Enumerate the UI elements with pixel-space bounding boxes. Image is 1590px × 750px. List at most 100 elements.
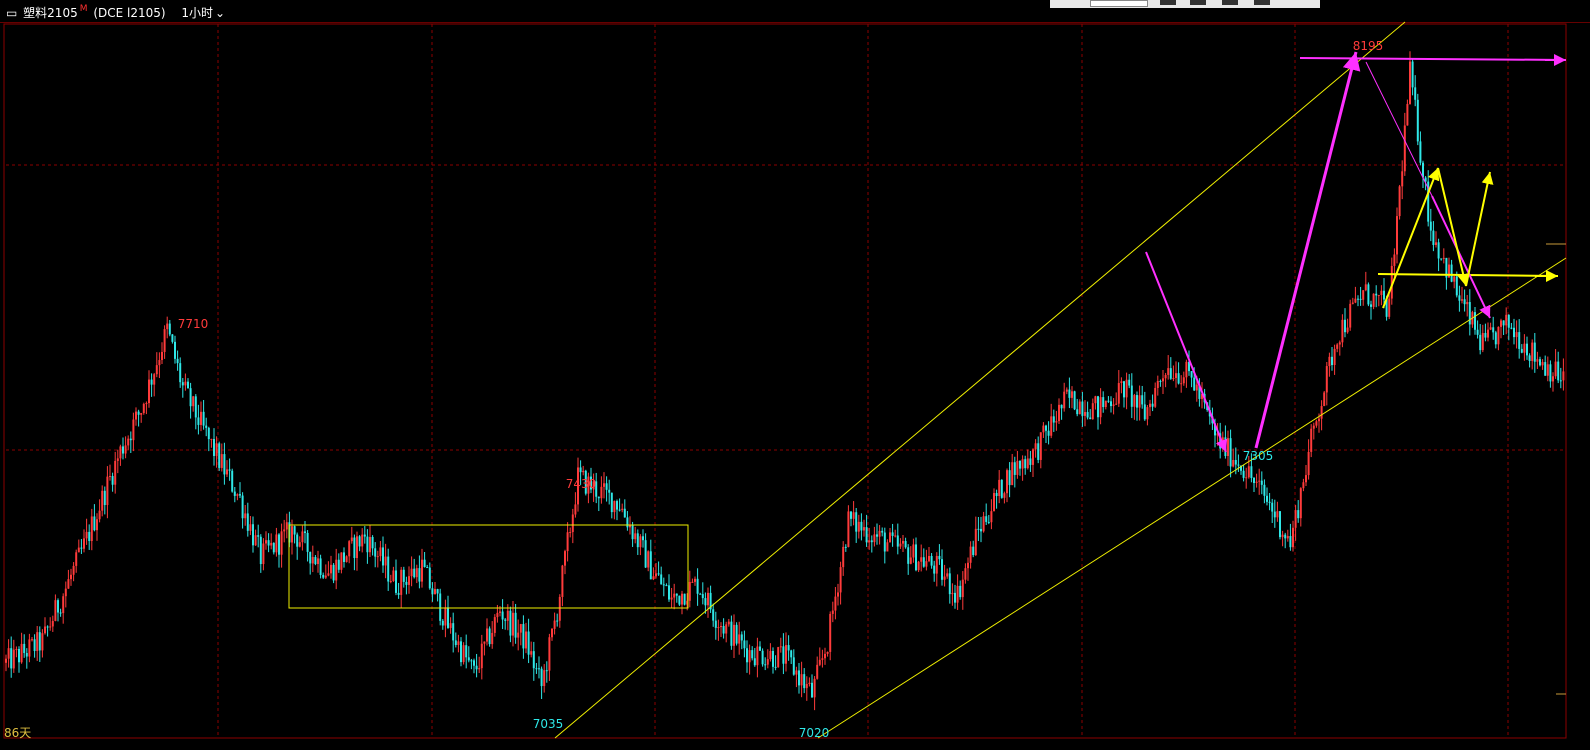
candle-body-506	[1320, 406, 1323, 419]
candle-body-94	[249, 524, 252, 531]
candlestick-chart[interactable]: 7710 7430 7035 7020 7305 8195	[0, 0, 1590, 750]
candle-body-436	[1138, 395, 1141, 408]
candle-body-0	[5, 658, 7, 663]
candle-body-312	[816, 664, 819, 679]
candle-body-257	[673, 593, 676, 598]
candle-body-457	[1193, 377, 1196, 391]
candle-body-55	[148, 379, 150, 404]
candle-body-45	[122, 446, 124, 454]
candle-body-165	[434, 589, 436, 595]
candle-body-70	[187, 381, 189, 389]
candle-body-235	[616, 501, 618, 510]
candle-body-388	[1013, 462, 1016, 475]
candle-body-562	[1466, 302, 1469, 305]
candle-body-236	[618, 509, 621, 511]
consolidation-box	[288, 524, 689, 609]
price-label-2: 7035	[533, 717, 564, 731]
candle-body-515	[1344, 319, 1346, 333]
candle-body-527	[1375, 293, 1378, 296]
candle-body-132	[348, 541, 351, 557]
candle-body-203	[532, 651, 535, 669]
candle-body-239	[626, 517, 629, 528]
candle-body-403	[1052, 416, 1055, 423]
candle-body-300	[785, 645, 787, 664]
candle-body-59	[158, 360, 161, 366]
candle-body-125	[330, 564, 332, 574]
candle-body-56	[150, 379, 153, 385]
candle-body-283	[740, 634, 743, 641]
candle-body-589	[1536, 359, 1539, 362]
candle-body-513	[1338, 342, 1341, 345]
candle-body-264	[691, 581, 694, 583]
candle-body-244	[639, 536, 642, 548]
price-label-3: 7020	[799, 726, 830, 740]
candle-body-581	[1515, 332, 1518, 338]
candle-body-303	[792, 657, 795, 675]
candle-body-517	[1349, 303, 1352, 328]
candle-body-375	[980, 528, 982, 532]
candle-body-192	[504, 619, 507, 621]
candle-body-188	[493, 617, 496, 633]
candle-body-155	[408, 576, 410, 585]
candle-body-538	[1403, 125, 1406, 172]
candle-body-58	[155, 365, 158, 375]
candle-body-378	[987, 521, 990, 523]
candle-body-65	[174, 341, 176, 359]
candle-body-340	[889, 532, 891, 543]
candle-body-69	[184, 381, 187, 386]
candle-body-25	[70, 574, 72, 580]
candle-body-429	[1120, 381, 1123, 384]
candle-body-166	[436, 589, 439, 594]
candle-body-393	[1026, 458, 1029, 469]
candle-body-309	[808, 682, 811, 684]
candle-body-23	[64, 588, 67, 597]
candle-body-599	[1562, 371, 1565, 381]
candle-body-176	[462, 645, 465, 663]
candle-body-500	[1305, 475, 1307, 483]
candle-body-294	[769, 650, 772, 660]
candle-body-211	[553, 620, 556, 629]
candle-body-141	[371, 537, 374, 549]
candle-body-273	[714, 620, 717, 628]
candle-body-238	[623, 508, 626, 518]
candle-body-433	[1130, 385, 1133, 407]
candle-body-486	[1268, 501, 1271, 503]
candle-body-523	[1364, 284, 1367, 291]
candle-body-528	[1377, 295, 1380, 297]
candle-body-494	[1289, 536, 1292, 548]
candle-body-189	[496, 612, 499, 618]
candle-body-277	[725, 624, 728, 634]
candle-body-107	[283, 529, 286, 532]
candle-body-338	[883, 532, 886, 552]
candle-body-154	[405, 581, 408, 585]
candle-body-295	[772, 650, 774, 667]
candle-body-111	[293, 526, 296, 535]
candle-body-194	[509, 610, 512, 636]
candle-body-217	[569, 532, 572, 534]
candle-body-377	[985, 516, 988, 522]
candle-body-299	[782, 646, 785, 664]
candle-body-168	[441, 620, 444, 626]
candle-body-575	[1500, 320, 1502, 327]
candle-body-105	[278, 534, 280, 555]
magenta-line-fall	[1365, 61, 1433, 197]
candle-body-483	[1260, 480, 1263, 485]
candle-body-38	[103, 490, 106, 506]
candle-body-81	[215, 443, 218, 456]
candle-body-67	[179, 363, 182, 383]
candle-body-521	[1359, 298, 1362, 300]
candle-body-487	[1271, 502, 1274, 512]
candle-body-355	[928, 556, 930, 562]
candle-body-212	[556, 620, 559, 622]
candle-body-370	[967, 562, 969, 569]
candle-body-112	[296, 534, 299, 547]
candle-body-201	[527, 631, 530, 655]
candle-body-376	[982, 516, 985, 532]
candle-body-390	[1019, 460, 1021, 469]
candle-body-77	[205, 425, 208, 428]
candle-body-36	[98, 510, 101, 520]
candle-body-53	[142, 403, 145, 414]
candle-body-573	[1494, 332, 1497, 345]
candle-body-121	[319, 558, 322, 575]
candle-body-4	[15, 648, 18, 650]
